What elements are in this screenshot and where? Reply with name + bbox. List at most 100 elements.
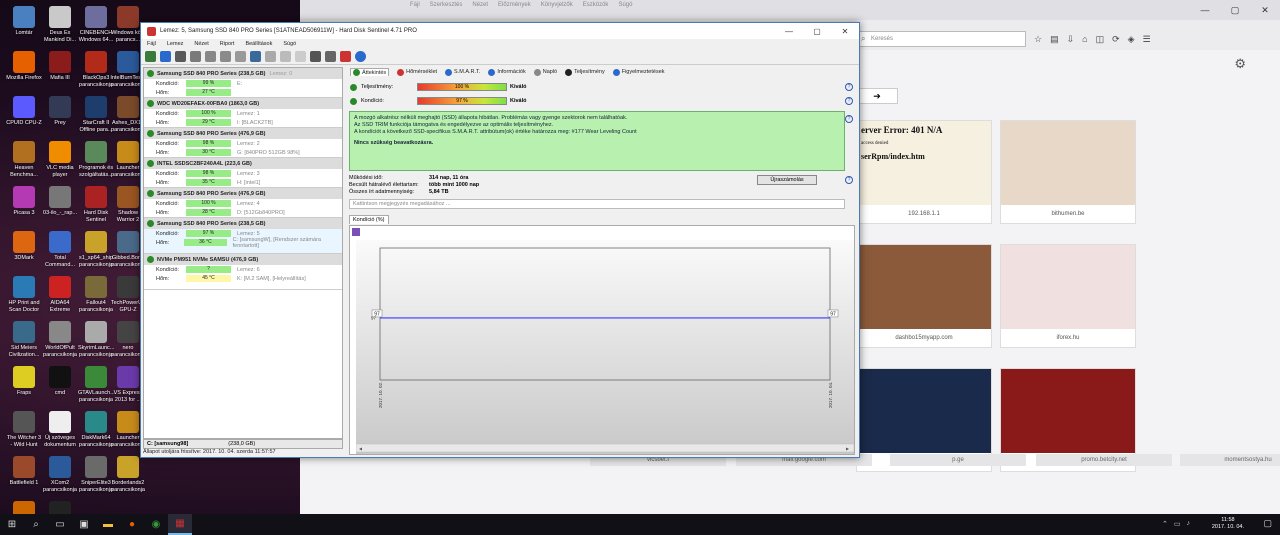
hds-menu-item[interactable]: Lemez	[167, 41, 184, 47]
settings-icon[interactable]	[325, 51, 336, 62]
report-icon[interactable]	[175, 51, 186, 62]
drive-item[interactable]: NVMe PM951 NVMe SAMSU (476,9 GB) Kondíció…	[144, 254, 342, 290]
desktop-icon[interactable]: cmd	[42, 366, 78, 397]
desktop-icon[interactable]: Lomtár	[6, 6, 42, 37]
desktop-icon[interactable]: VLC media player	[42, 141, 78, 178]
help-icon[interactable]: ?	[845, 83, 853, 91]
drive-item[interactable]: Samsung SSD 840 PRO Series (476,9 GB) Kon…	[144, 128, 342, 158]
desktop-icon[interactable]: Heaven Benchma...	[6, 141, 42, 178]
gear-icon[interactable]: ⚙	[1234, 56, 1246, 72]
maximize-icon[interactable]: ▢	[1220, 0, 1250, 20]
desktop-icon[interactable]: AIDA64 Extreme	[42, 276, 78, 313]
hamburger-menu-icon[interactable]: ☰	[1143, 34, 1151, 45]
desktop-icon[interactable]: SkyrimLaunc... parancsikonja	[78, 321, 114, 358]
hds-menu-item[interactable]: Súgó	[283, 41, 296, 47]
network-icon[interactable]: ▭	[1174, 520, 1181, 528]
hds-menu-item[interactable]: Nézet	[194, 41, 208, 47]
drive-item[interactable]: Samsung SSD 840 PRO Series (476,9 GB) Kon…	[144, 188, 342, 218]
desktop-icon[interactable]: Picasa 3	[6, 186, 42, 217]
close-icon[interactable]: ✕	[831, 23, 859, 39]
volume-icon[interactable]: ♪	[1187, 520, 1191, 528]
desktop-icon[interactable]: Sid Meiers Civilization...	[6, 321, 42, 358]
search-go-button[interactable]: ➔	[856, 88, 898, 104]
recalculate-button[interactable]: Újraszámolás	[757, 175, 817, 185]
top-site-caption[interactable]: promo.betcity.net	[1036, 454, 1172, 466]
hdd-icon-4[interactable]	[235, 51, 246, 62]
help-icon[interactable]: ?	[845, 115, 853, 123]
desktop-icon[interactable]: Mozilla Firefox	[6, 51, 42, 82]
browser-menu-item[interactable]: Fájl	[410, 2, 420, 8]
hds-menu-item[interactable]: Beállítások	[245, 41, 272, 47]
tab-health-chart[interactable]: Kondíció (%)	[349, 215, 389, 224]
pocket-icon[interactable]: ◫	[1096, 34, 1105, 45]
refresh-icon[interactable]	[145, 51, 156, 62]
alert-icon[interactable]	[340, 51, 351, 62]
desktop-icon[interactable]: Prey	[42, 96, 78, 127]
desktop-icon[interactable]: SniperElite3 parancsikonja	[78, 456, 114, 493]
help-icon[interactable]: ?	[845, 97, 853, 105]
sync-icon[interactable]: ⟳	[1112, 34, 1120, 45]
desktop-icon[interactable]: CPUID CPU-Z	[6, 96, 42, 127]
close-icon[interactable]: ✕	[1250, 0, 1280, 20]
desktop-icon[interactable]: HP Print and Scan Doctor	[6, 276, 42, 313]
desktop-icon[interactable]: Hard Disk Sentinel	[78, 186, 114, 223]
browser-menu-item[interactable]: Könyvjelzők	[541, 2, 573, 8]
explorer-icon[interactable]: ▬	[96, 514, 120, 535]
details-tab[interactable]: S.M.A.R.T.	[445, 68, 480, 76]
desktop-icon[interactable]: Programok és szolgáltatás...	[78, 141, 114, 178]
desktop-icon[interactable]: Borderlands2 parancsikonja	[110, 456, 146, 493]
taskbar-clock[interactable]: 11:58 2017. 10. 04.	[1212, 517, 1244, 531]
chevron-up-icon[interactable]: ⌃	[1162, 520, 1168, 528]
page-icon[interactable]	[295, 51, 306, 62]
desktop-icon[interactable]: CINEBENCH Windows 64...	[78, 6, 114, 43]
home-icon[interactable]: ⌂	[1082, 34, 1087, 44]
desktop-icon[interactable]: GTAVLaunch... parancsikonja	[78, 366, 115, 403]
details-tab[interactable]: Napló	[533, 68, 557, 76]
minimize-icon[interactable]: —	[1190, 0, 1220, 20]
desktop-icon[interactable]: The Witcher 3 - Wild Hunt	[6, 411, 42, 448]
drive-item[interactable]: Samsung SSD 840 PRO Series (238,5 GB) Kon…	[144, 218, 342, 254]
details-tab[interactable]: Hőmérséklet	[397, 68, 437, 76]
top-site-tile[interactable]: dashbo15myapp.com	[856, 244, 992, 348]
minimize-icon[interactable]: —	[775, 23, 803, 39]
help-icon[interactable]: ?	[845, 176, 853, 184]
chart-icon[interactable]	[310, 51, 321, 62]
bookmark-star-icon[interactable]: ☆	[1034, 34, 1042, 45]
top-site-tile[interactable]: erver Error: 401 N/A access denied serRpm/…	[856, 120, 992, 224]
desktop-icon[interactable]: s1_sp64_ship parancsikonja	[78, 231, 114, 268]
shield-icon[interactable]: ◈	[1128, 34, 1135, 45]
desktop-icon[interactable]: Fallout4 parancsikonja	[78, 276, 114, 313]
hds-menu-item[interactable]: Riport	[220, 41, 235, 47]
top-site-tile[interactable]: iforex.hu	[1000, 244, 1136, 348]
desktop-icon[interactable]: 03-ilo_-_rap...	[42, 186, 78, 217]
clipboard-icon[interactable]	[280, 51, 291, 62]
store-icon[interactable]: ▣	[72, 514, 96, 535]
top-site-caption[interactable]: momentsostya.hu	[1180, 454, 1280, 466]
save-icon[interactable]	[352, 228, 360, 236]
hdd-icon-3[interactable]	[220, 51, 231, 62]
desktop-icon[interactable]: Új szöveges dokumentum	[42, 411, 78, 448]
task-view-icon[interactable]: ▭	[48, 514, 72, 535]
details-tab[interactable]: Áttekintés	[350, 68, 390, 76]
disk-info-icon[interactable]	[160, 51, 171, 62]
drive-item[interactable]: INTEL SSDSC2BF240A4L (223,6 GB) Kondíció:…	[144, 158, 342, 188]
download-icon[interactable]: ⇩	[1067, 34, 1075, 45]
desktop-icon[interactable]: BlackOps3 parancsikonja	[78, 51, 114, 88]
network-icon[interactable]	[250, 51, 261, 62]
desktop-icon[interactable]: 3DMark	[6, 231, 42, 262]
details-tab[interactable]: Információk	[488, 68, 526, 76]
document-icon[interactable]	[265, 51, 276, 62]
details-tab[interactable]: Figyelmeztetések	[612, 68, 665, 76]
desktop-icon[interactable]: StarCraft II Offline para...	[78, 96, 114, 133]
maximize-icon[interactable]: ▢	[803, 23, 831, 39]
desktop-icon[interactable]: Deus Ex Mankind Di...	[42, 6, 78, 43]
browser-menu-item[interactable]: Súgó	[618, 2, 632, 8]
desktop-icon[interactable]: Total Command...	[42, 231, 78, 268]
hds-menu-item[interactable]: Fájl	[147, 41, 156, 47]
top-site-caption[interactable]: p.ge	[890, 454, 1026, 466]
notification-icon[interactable]: ▢	[1263, 518, 1272, 529]
desktop-icon[interactable]: WorldOfPult parancsikonja	[42, 321, 78, 358]
firefox-icon[interactable]: ●	[120, 514, 144, 535]
desktop-icon[interactable]: Fraps	[6, 366, 42, 397]
drive-item[interactable]: WDC WD20EFAEX-00FBA0 (1863,0 GB) Kondíció…	[144, 98, 342, 128]
